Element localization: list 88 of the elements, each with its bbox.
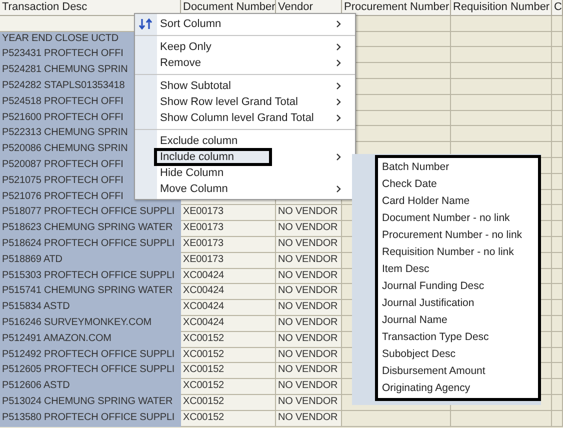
table-cell: P516246 SURVEYMONKEY.COM (0, 316, 181, 332)
table-cell (552, 32, 563, 48)
table-cell (552, 78, 563, 95)
table-cell: P518869 ATD (0, 252, 181, 269)
table-cell: NO VENDOR (276, 300, 342, 316)
table-cell: XE00173 (181, 252, 276, 269)
table-cell (552, 236, 563, 253)
table-cell: NO VENDOR (276, 268, 342, 284)
menu-item[interactable]: Originating Agency (382, 380, 522, 397)
chevron-right-icon (336, 20, 341, 28)
table-cell: P513024 CHEMUNG SPRING WATER (0, 394, 181, 411)
table-cell: P512492 PROFTECH OFFICE SUPPLI (0, 348, 181, 364)
menu-item[interactable]: Transaction Type Desc (382, 329, 522, 346)
table-cell: NO VENDOR (276, 410, 342, 427)
menu-item[interactable]: Batch Number (382, 159, 522, 176)
menu-item[interactable]: Check Date (382, 176, 522, 193)
table-cell: NO VENDOR (276, 236, 342, 253)
table-cell: P518077 PROFTECH OFFICE SUPPLI (0, 205, 181, 222)
column-header[interactable]: C (552, 0, 563, 16)
table-cell (552, 126, 563, 142)
table-cell: XE00173 (181, 205, 276, 222)
menu-item[interactable]: Include column (154, 148, 272, 166)
table-cell (552, 252, 563, 269)
menu-item[interactable]: Journal Name (382, 312, 522, 329)
table-cell: NO VENDOR (276, 394, 342, 411)
table-cell: P512491 AMAZON.COM (0, 332, 181, 348)
menu-item[interactable]: Card Holder Name (382, 193, 522, 210)
menu-item[interactable]: Sort Column (157, 16, 224, 32)
table-cell (552, 394, 563, 411)
column-header[interactable]: Transaction Desc (0, 0, 181, 16)
table-cell: XC00152 (181, 379, 276, 395)
table-cell: P515303 PROFTECH OFFICE SUPPLI (0, 268, 181, 284)
table-cell (552, 268, 563, 284)
table-cell: XE00173 (181, 221, 276, 237)
table-cell (552, 348, 563, 364)
table-cell: XE00173 (181, 236, 276, 253)
table-cell: XC00424 (181, 268, 276, 284)
column-header[interactable]: Procurement Number (342, 0, 451, 16)
table-cell (552, 332, 563, 348)
menu-item[interactable]: Requisition Number - no link (382, 244, 522, 261)
table-cell: NO VENDOR (276, 379, 342, 395)
table-cell (552, 110, 563, 126)
menu-item[interactable]: Item Desc (382, 261, 522, 278)
table-cell: P515741 CHEMUNG SPRING WATER (0, 284, 181, 300)
table-cell: P518624 PROFTECH OFFICE SUPPLI (0, 236, 181, 253)
table-cell (552, 16, 563, 32)
table-cell: XC00152 (181, 363, 276, 380)
table-cell (552, 300, 563, 316)
table-cell: XC00152 (181, 394, 276, 411)
table-cell (552, 363, 563, 380)
table-cell: P512605 PROFTECH OFFICE SUPPLI (0, 363, 181, 380)
table-cell: NO VENDOR (276, 316, 342, 332)
table-cell: P513580 PROFTECH OFFICE SUPPLI (0, 410, 181, 427)
table-cell: NO VENDOR (276, 205, 342, 222)
table-cell: NO VENDOR (276, 221, 342, 237)
menu-item[interactable]: Procurement Number - no link (382, 227, 522, 244)
chevron-right-icon (336, 185, 341, 193)
table-cell (552, 190, 563, 206)
table-cell (552, 284, 563, 300)
table-cell (552, 47, 563, 64)
table-cell (552, 379, 563, 395)
table-cell: XC00424 (181, 300, 276, 316)
column-header[interactable]: Requisition Number (451, 0, 552, 16)
table-cell: XC00424 (181, 316, 276, 332)
menu-item[interactable]: Subobject Desc (382, 346, 522, 363)
table-cell: XC00424 (181, 284, 276, 300)
table-cell: XC00152 (181, 348, 276, 364)
table-cell: NO VENDOR (276, 252, 342, 269)
table-cell: NO VENDOR (276, 363, 342, 380)
menu-item[interactable]: Journal Funding Desc (382, 278, 522, 295)
table-cell: P515834 ASTD (0, 300, 181, 316)
table-cell: P518623 CHEMUNG SPRING WATER (0, 221, 181, 237)
table-cell (552, 63, 563, 79)
table-cell (552, 142, 563, 158)
table-cell: XC00152 (181, 332, 276, 348)
menu-item[interactable]: Disbursement Amount (382, 363, 522, 380)
table-cell: NO VENDOR (276, 332, 342, 348)
sort-icon (139, 18, 153, 30)
menu-item[interactable]: Document Number - no link (382, 210, 522, 227)
table-cell (552, 94, 563, 111)
table-cell: NO VENDOR (276, 284, 342, 300)
menu-item[interactable]: Journal Justification (382, 295, 522, 312)
table-cell: NO VENDOR (276, 348, 342, 364)
table-cell: P512606 ASTD (0, 379, 181, 395)
table-cell (552, 221, 563, 237)
table-cell: XC00152 (181, 410, 276, 427)
table-cell (552, 205, 563, 222)
chevron-right-icon (336, 153, 341, 161)
